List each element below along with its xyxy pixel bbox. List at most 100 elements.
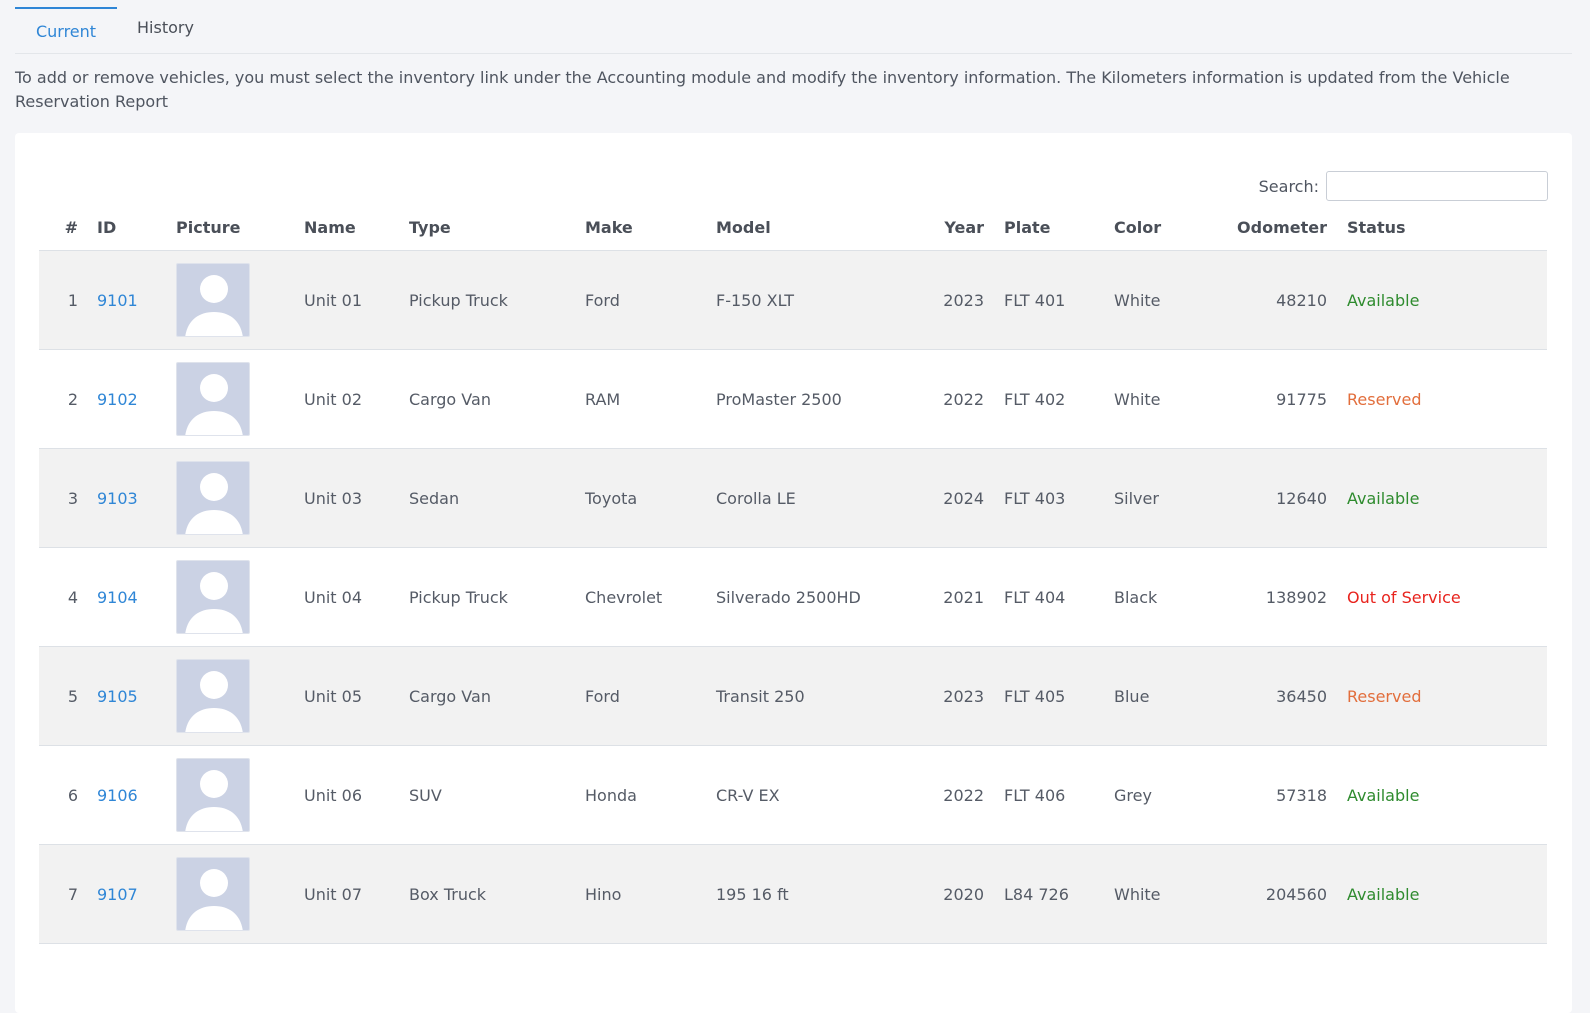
- vehicle-picture-placeholder-icon[interactable]: [176, 461, 250, 535]
- vehicle-odometer: 138902: [1199, 547, 1327, 647]
- column-header-color[interactable]: Color: [1094, 205, 1199, 251]
- vehicle-type: Cargo Van: [398, 349, 574, 449]
- table-row: 3 9103 Unit 03 Sedan Toyota Corolla LE 2024 FLT…: [39, 448, 1547, 548]
- vehicle-odometer: 12640: [1199, 448, 1327, 548]
- vehicle-model: Transit 250: [705, 646, 920, 746]
- vehicle-name: Unit 05: [293, 646, 398, 746]
- vehicle-model: F-150 XLT: [705, 250, 920, 350]
- column-header-name[interactable]: Name: [293, 205, 398, 251]
- vehicle-model: Corolla LE: [705, 448, 920, 548]
- column-header-model[interactable]: Model: [705, 205, 920, 251]
- vehicle-make: Chevrolet: [574, 547, 705, 647]
- vehicle-id[interactable]: 9103: [97, 489, 138, 508]
- vehicle-id-link[interactable]: 9106: [85, 745, 165, 845]
- vehicle-status: Available: [1327, 745, 1547, 845]
- picture-cell: [165, 547, 293, 647]
- vehicle-odometer: 36450: [1199, 646, 1327, 746]
- column-header-plate[interactable]: Plate: [984, 205, 1094, 251]
- vehicle-status: Reserved: [1327, 349, 1547, 449]
- vehicle-id[interactable]: 9106: [97, 786, 138, 805]
- picture-cell: [165, 349, 293, 449]
- vehicle-year: 2024: [920, 448, 984, 548]
- vehicle-model: 195 16 ft: [705, 844, 920, 944]
- vehicle-year: 2022: [920, 349, 984, 449]
- vehicle-id[interactable]: 9102: [97, 390, 138, 409]
- row-number: 2: [39, 349, 85, 449]
- row-number: 7: [39, 844, 85, 944]
- picture-cell: [165, 646, 293, 746]
- row-number: 3: [39, 448, 85, 548]
- vehicle-status: Available: [1327, 250, 1547, 350]
- vehicle-id-link[interactable]: 9102: [85, 349, 165, 449]
- vehicle-type: Box Truck: [398, 844, 574, 944]
- vehicle-name: Unit 07: [293, 844, 398, 944]
- vehicle-color: White: [1094, 844, 1199, 944]
- column-header-year[interactable]: Year: [920, 205, 984, 251]
- picture-cell: [165, 745, 293, 845]
- vehicle-color: Black: [1094, 547, 1199, 647]
- column-header-type[interactable]: Type: [398, 205, 574, 251]
- picture-cell: [165, 844, 293, 944]
- vehicle-status: Out of Service: [1327, 547, 1547, 647]
- vehicle-status: Available: [1327, 448, 1547, 548]
- column-header-id[interactable]: ID: [85, 205, 165, 251]
- column-header-odometer[interactable]: Odometer: [1199, 205, 1327, 251]
- vehicle-table-card: Search: # ID Picture Name Type Make Mode…: [15, 133, 1572, 1013]
- tab-current[interactable]: Current: [15, 7, 117, 54]
- vehicle-status: Available: [1327, 844, 1547, 944]
- search-input[interactable]: [1326, 171, 1548, 201]
- vehicle-id[interactable]: 9107: [97, 885, 138, 904]
- vehicle-model: Silverado 2500HD: [705, 547, 920, 647]
- vehicle-year: 2022: [920, 745, 984, 845]
- vehicle-id-link[interactable]: 9107: [85, 844, 165, 944]
- column-header-number[interactable]: #: [39, 205, 85, 251]
- vehicle-id-link[interactable]: 9104: [85, 547, 165, 647]
- tab-bar: Current History: [15, 0, 1572, 54]
- table-row: 6 9106 Unit 06 SUV Honda CR-V EX 2022 FLT 406 Gr…: [39, 745, 1547, 845]
- picture-cell: [165, 250, 293, 350]
- column-header-make[interactable]: Make: [574, 205, 705, 251]
- vehicle-plate: FLT 401: [984, 250, 1094, 350]
- vehicle-id[interactable]: 9105: [97, 687, 138, 706]
- vehicle-id-link[interactable]: 9103: [85, 448, 165, 548]
- vehicle-model: CR-V EX: [705, 745, 920, 845]
- vehicle-type: Pickup Truck: [398, 250, 574, 350]
- vehicle-make: Ford: [574, 250, 705, 350]
- vehicle-model: ProMaster 2500: [705, 349, 920, 449]
- vehicle-picture-placeholder-icon[interactable]: [176, 857, 250, 931]
- vehicle-id-link[interactable]: 9105: [85, 646, 165, 746]
- vehicle-plate: FLT 402: [984, 349, 1094, 449]
- table-header-row: # ID Picture Name Type Make Model Year P…: [39, 205, 1547, 251]
- vehicle-year: 2021: [920, 547, 984, 647]
- vehicle-color: White: [1094, 349, 1199, 449]
- vehicle-year: 2023: [920, 646, 984, 746]
- vehicle-make: Honda: [574, 745, 705, 845]
- vehicle-picture-placeholder-icon[interactable]: [176, 263, 250, 337]
- table-row: 1 9101 Unit 01 Pickup Truck Ford F-150 XLT 202…: [39, 250, 1547, 350]
- inventory-notice: To add or remove vehicles, you must sele…: [15, 68, 1510, 111]
- vehicle-picture-placeholder-icon[interactable]: [176, 362, 250, 436]
- vehicle-plate: FLT 405: [984, 646, 1094, 746]
- vehicle-id-link[interactable]: 9101: [85, 250, 165, 350]
- vehicle-type: Pickup Truck: [398, 547, 574, 647]
- vehicle-status: Reserved: [1327, 646, 1547, 746]
- vehicle-odometer: 57318: [1199, 745, 1327, 845]
- column-header-picture[interactable]: Picture: [165, 205, 293, 251]
- picture-cell: [165, 448, 293, 548]
- vehicle-picture-placeholder-icon[interactable]: [176, 659, 250, 733]
- vehicle-id[interactable]: 9104: [97, 588, 138, 607]
- vehicle-picture-placeholder-icon[interactable]: [176, 758, 250, 832]
- vehicle-color: Silver: [1094, 448, 1199, 548]
- vehicle-name: Unit 04: [293, 547, 398, 647]
- vehicle-id[interactable]: 9101: [97, 291, 138, 310]
- vehicle-plate: FLT 404: [984, 547, 1094, 647]
- vehicle-color: White: [1094, 250, 1199, 350]
- tab-history[interactable]: History: [137, 5, 194, 50]
- row-number: 6: [39, 745, 85, 845]
- vehicle-name: Unit 06: [293, 745, 398, 845]
- vehicle-picture-placeholder-icon[interactable]: [176, 560, 250, 634]
- column-header-status[interactable]: Status: [1327, 205, 1547, 251]
- vehicle-year: 2020: [920, 844, 984, 944]
- row-number: 4: [39, 547, 85, 647]
- search-label: Search:: [1258, 176, 1319, 196]
